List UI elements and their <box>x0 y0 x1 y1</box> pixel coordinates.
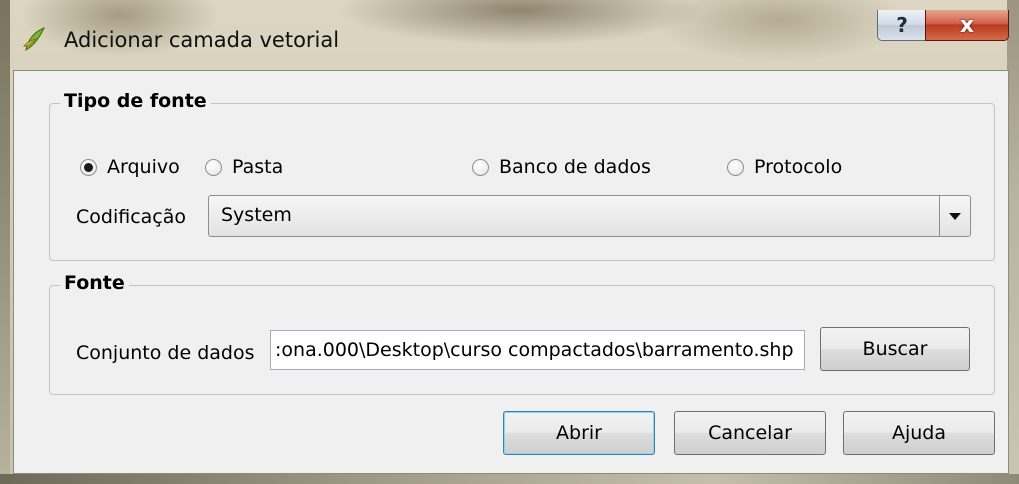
help-caption-button[interactable]: ? <box>877 10 927 41</box>
radio-arquivo-label: Arquivo <box>107 156 180 178</box>
radio-arquivo[interactable]: Arquivo <box>80 156 180 178</box>
source-group: Fonte Conjunto de dados :ona.000\Desktop… <box>49 272 995 395</box>
radio-protocolo-label: Protocolo <box>754 156 843 178</box>
frame-left-edge <box>0 0 10 484</box>
encoding-label: Codificação <box>76 206 187 228</box>
source-type-group-title: Tipo de fonte <box>60 90 211 112</box>
radio-pasta-circle[interactable] <box>205 158 222 176</box>
radio-protocolo[interactable]: Protocolo <box>727 156 842 178</box>
help-button[interactable]: Ajuda <box>843 411 995 455</box>
radio-protocolo-circle[interactable] <box>727 158 744 176</box>
window-title: Adicionar camada vetorial <box>64 28 340 52</box>
cancel-button[interactable]: Cancelar <box>674 411 826 455</box>
window-frame: Adicionar camada vetorial ? x Tipo de fo… <box>0 0 1019 484</box>
open-button[interactable]: Abrir <box>503 411 655 455</box>
encoding-combo[interactable]: System <box>208 195 971 237</box>
source-type-group: Tipo de fonte Arquivo Pasta Banco de dad… <box>49 90 995 261</box>
chevron-down-icon <box>949 212 961 220</box>
browse-button[interactable]: Buscar <box>820 327 970 371</box>
close-caption-button[interactable]: x <box>925 10 1009 41</box>
radio-pasta-label: Pasta <box>232 156 284 178</box>
radio-banco-de-dados[interactable]: Banco de dados <box>472 156 651 178</box>
radio-banco-de-dados-circle[interactable] <box>472 158 489 176</box>
source-group-title: Fonte <box>60 272 129 294</box>
dataset-path-field[interactable]: :ona.000\Desktop\curso compactados\barra… <box>270 330 805 370</box>
title-bar[interactable]: Adicionar camada vetorial ? x <box>0 0 1019 72</box>
radio-arquivo-circle[interactable] <box>80 158 97 176</box>
dataset-label: Conjunto de dados <box>76 342 255 364</box>
dialog-body: Tipo de fonte Arquivo Pasta Banco de dad… <box>13 70 1009 474</box>
encoding-value: System <box>221 204 292 226</box>
radio-banco-de-dados-label: Banco de dados <box>499 156 651 178</box>
qgis-icon <box>23 27 46 52</box>
encoding-dropdown-button[interactable] <box>939 196 970 236</box>
radio-selected-dot <box>84 162 93 172</box>
frame-bottom-edge <box>0 474 1019 484</box>
radio-pasta[interactable]: Pasta <box>205 156 283 178</box>
close-icon: x <box>959 12 975 38</box>
